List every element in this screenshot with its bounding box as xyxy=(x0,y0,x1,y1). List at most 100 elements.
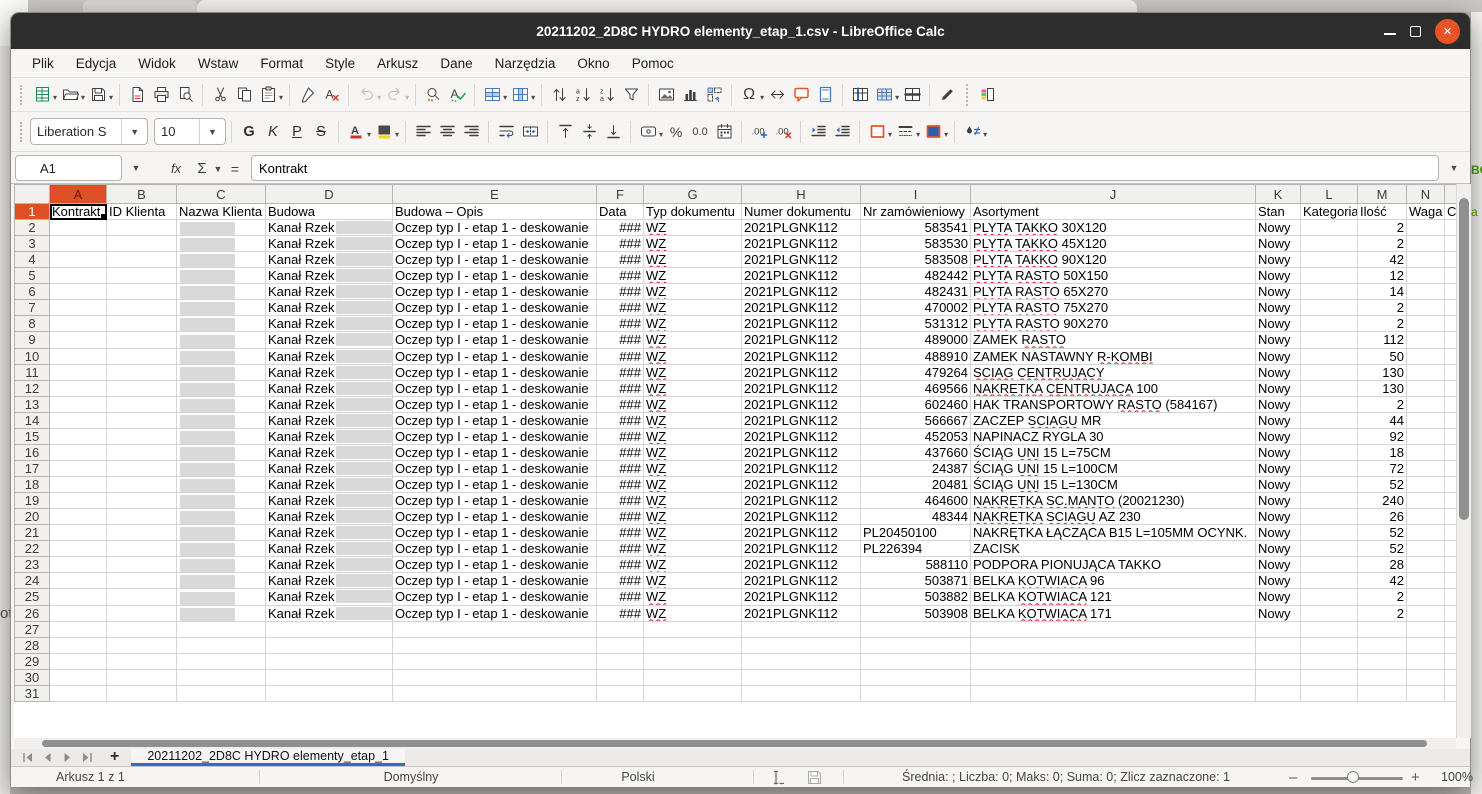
cell-K1[interactable]: Stan xyxy=(1256,204,1301,220)
cell-29[interactable] xyxy=(393,653,597,669)
cell-O8[interactable] xyxy=(1445,316,1457,332)
cell-F1[interactable]: Data xyxy=(597,204,644,220)
cell-H26[interactable]: 2021PLGNK112 xyxy=(742,605,861,621)
cell-O10[interactable] xyxy=(1445,348,1457,364)
chevron-down-icon[interactable]: ▾ xyxy=(659,130,663,139)
cell-30[interactable] xyxy=(177,669,266,685)
row-header-15[interactable]: 15 xyxy=(15,428,50,444)
cell-E12[interactable]: Oczep typ I - etap 1 - deskowanie xyxy=(393,380,597,396)
name-box[interactable]: A1 xyxy=(15,155,122,181)
cell-H16[interactable]: 2021PLGNK112 xyxy=(742,444,861,460)
copy-icon[interactable] xyxy=(232,82,256,108)
cell-E22[interactable]: Oczep typ I - etap 1 - deskowanie xyxy=(393,541,597,557)
cell-G7[interactable]: WZ xyxy=(644,300,742,316)
cell-L13[interactable] xyxy=(1301,396,1358,412)
formula-input[interactable]: Kontrakt xyxy=(251,155,1439,181)
chevron-down-icon[interactable]: ▾ xyxy=(983,130,987,139)
chevron-down-icon[interactable]: ▾ xyxy=(395,130,399,139)
row-header-17[interactable]: 17 xyxy=(15,460,50,476)
borders-icon[interactable] xyxy=(865,119,889,145)
bold-button[interactable]: G xyxy=(237,124,261,140)
cell-A3[interactable] xyxy=(50,236,107,252)
cell-K5[interactable]: Nowy xyxy=(1256,268,1301,284)
cell-H23[interactable]: 2021PLGNK112 xyxy=(742,557,861,573)
cell-B22[interactable] xyxy=(107,541,177,557)
cell-A21[interactable] xyxy=(50,525,107,541)
cell-D21[interactable]: Kanał Rzek xyxy=(266,525,393,541)
zoom-level[interactable]: 100% xyxy=(1431,767,1473,787)
menu-narzdzia[interactable]: Narzędzia xyxy=(484,49,567,77)
cell-O16[interactable] xyxy=(1445,444,1457,460)
cell-D5[interactable]: Kanał Rzek xyxy=(266,268,393,284)
previous-sheet-icon[interactable] xyxy=(41,751,54,764)
cell-A4[interactable] xyxy=(50,252,107,268)
menu-okno[interactable]: Okno xyxy=(566,49,620,77)
font-color-icon[interactable]: A xyxy=(344,119,368,145)
row-header-20[interactable]: 20 xyxy=(15,509,50,525)
cell-27[interactable] xyxy=(177,621,266,637)
select-all-corner[interactable] xyxy=(15,185,50,204)
cell-D17[interactable]: Kanał Rzek xyxy=(266,460,393,476)
cell-H1[interactable]: Numer dokumentu xyxy=(742,204,861,220)
cell-F8[interactable]: ### xyxy=(597,316,644,332)
row-header-10[interactable]: 10 xyxy=(15,348,50,364)
cell-E9[interactable]: Oczep typ I - etap 1 - deskowanie xyxy=(393,332,597,348)
zoom-slider-handle[interactable] xyxy=(1347,771,1359,783)
cell-D13[interactable]: Kanał Rzek xyxy=(266,396,393,412)
cell-F20[interactable]: ### xyxy=(597,509,644,525)
cell-31[interactable] xyxy=(1301,685,1358,701)
column-header-G[interactable]: G xyxy=(644,185,742,204)
row-header-1[interactable]: 1 xyxy=(15,204,50,220)
cell-J25[interactable]: BELKA KOTWIACA 121 xyxy=(971,589,1256,605)
cell-27[interactable] xyxy=(861,621,971,637)
cell-F21[interactable]: ### xyxy=(597,525,644,541)
row-header-19[interactable]: 19 xyxy=(15,493,50,509)
sort-icon[interactable] xyxy=(547,82,571,108)
row-header-2[interactable]: 2 xyxy=(15,220,50,236)
cell-F14[interactable]: ### xyxy=(597,412,644,428)
cell-I4[interactable]: 583508 xyxy=(861,252,971,268)
cell-29[interactable] xyxy=(971,653,1256,669)
cell-D14[interactable]: Kanał Rzek xyxy=(266,412,393,428)
column-header-D[interactable]: D xyxy=(266,185,393,204)
row-header-8[interactable]: 8 xyxy=(15,316,50,332)
insert-mode-icon[interactable] xyxy=(769,767,786,787)
cell-N17[interactable] xyxy=(1407,460,1445,476)
cell-28[interactable] xyxy=(393,637,597,653)
column-header-B[interactable]: B xyxy=(107,185,177,204)
cell-G10[interactable]: WZ xyxy=(644,348,742,364)
cell-30[interactable] xyxy=(861,669,971,685)
cell-30[interactable] xyxy=(1445,669,1457,685)
cell-C10[interactable] xyxy=(177,348,266,364)
cell-M24[interactable]: 42 xyxy=(1358,573,1407,589)
cell-28[interactable] xyxy=(107,637,177,653)
cell-31[interactable] xyxy=(393,685,597,701)
cell-K6[interactable]: Nowy xyxy=(1256,284,1301,300)
chevron-down-icon[interactable]: ▾ xyxy=(405,93,409,102)
cell-N14[interactable] xyxy=(1407,412,1445,428)
headers-footers-icon[interactable] xyxy=(813,82,837,108)
cell-M23[interactable]: 28 xyxy=(1358,557,1407,573)
cell-G26[interactable]: WZ xyxy=(644,605,742,621)
cell-C7[interactable] xyxy=(177,300,266,316)
cell-B21[interactable] xyxy=(107,525,177,541)
cell-F13[interactable]: ### xyxy=(597,396,644,412)
cell-29[interactable] xyxy=(266,653,393,669)
cell-D8[interactable]: Kanał Rzek xyxy=(266,316,393,332)
cell-H18[interactable]: 2021PLGNK112 xyxy=(742,477,861,493)
function-wizard-button[interactable]: fx xyxy=(163,152,189,185)
cell-J10[interactable]: ZAMEK NASTAWNY R-KOMBI xyxy=(971,348,1256,364)
row-header-27[interactable]: 27 xyxy=(15,621,50,637)
column-header-J[interactable]: J xyxy=(971,185,1256,204)
cell-D19[interactable]: Kanał Rzek xyxy=(266,493,393,509)
insert-chart-icon[interactable] xyxy=(678,82,702,108)
row-header-24[interactable]: 24 xyxy=(15,573,50,589)
cell-C2[interactable] xyxy=(177,220,266,236)
cell-G12[interactable]: WZ xyxy=(644,380,742,396)
column-header-partial[interactable] xyxy=(1445,185,1457,204)
cell-E10[interactable]: Oczep typ I - etap 1 - deskowanie xyxy=(393,348,597,364)
cell-F19[interactable]: ### xyxy=(597,493,644,509)
cell-C20[interactable] xyxy=(177,509,266,525)
sort-ascending-icon[interactable]: az xyxy=(571,82,595,108)
cell-K16[interactable]: Nowy xyxy=(1256,444,1301,460)
